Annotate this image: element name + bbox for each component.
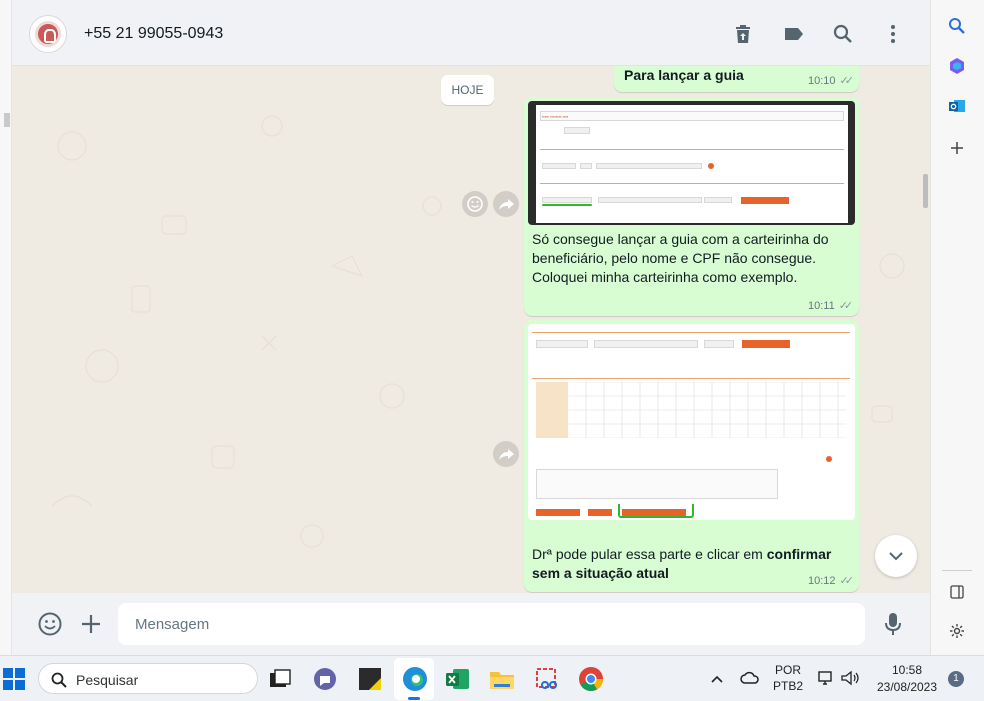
- dental-chart-grid: [536, 382, 846, 438]
- chrome-icon: [579, 667, 603, 692]
- folder-icon: [490, 672, 514, 689]
- message-text: Para lançar a guia: [624, 67, 744, 83]
- edge-icon: [403, 667, 427, 691]
- sticky-notes-button[interactable]: [355, 664, 385, 694]
- day-chip: HOJE: [441, 75, 494, 105]
- archive-icon[interactable]: [731, 22, 755, 46]
- read-ticks-icon: ✓✓: [839, 75, 855, 87]
- label-icon[interactable]: [782, 22, 806, 46]
- scroll-to-bottom-button[interactable]: [875, 535, 917, 577]
- copilot-icon[interactable]: [948, 57, 966, 75]
- message-bubble[interactable]: ▪▪▪▪▪ ▪▪▪▪▪▪▪▪ ▪▪▪▪ Só consegue lançar a…: [524, 97, 859, 316]
- notification-badge[interactable]: 1: [948, 671, 964, 687]
- green-underline: [542, 204, 592, 206]
- message-composer: [12, 593, 930, 655]
- outlook-icon[interactable]: [948, 97, 966, 115]
- more-vertical-icon[interactable]: [881, 22, 905, 46]
- search-icon[interactable]: [831, 22, 855, 46]
- speaker-icon[interactable]: [840, 669, 860, 687]
- keyboard-layout[interactable]: PTB2: [771, 679, 805, 693]
- emoji-icon: [467, 196, 483, 212]
- chat-scrollbar[interactable]: [923, 174, 928, 208]
- forward-button[interactable]: [493, 191, 519, 217]
- onedrive-cloud-icon[interactable]: [740, 670, 760, 686]
- snipping-tool-button[interactable]: [532, 664, 562, 694]
- taskbar-search[interactable]: Pesquisar: [38, 663, 258, 694]
- emoji-icon[interactable]: [37, 611, 63, 637]
- chevron-up-icon[interactable]: [710, 672, 724, 686]
- settings-gear-icon[interactable]: [949, 623, 965, 639]
- clock-date[interactable]: 23/08/2023: [872, 680, 942, 694]
- list-edge-marker: [4, 113, 10, 127]
- edge-button[interactable]: [400, 664, 430, 694]
- message-input[interactable]: [118, 603, 865, 645]
- message-bubble[interactable]: Para lançar a guia 10:10 ✓✓: [614, 66, 859, 92]
- network-icon[interactable]: [817, 669, 835, 687]
- message-text: Só consegue lançar a guia com a carteiri…: [532, 231, 829, 285]
- message-text: Drª pode pular essa parte e clicar em co…: [532, 546, 832, 581]
- windows-start-icon[interactable]: [3, 668, 25, 690]
- search-icon: [51, 672, 67, 688]
- clock-time[interactable]: 10:58: [872, 663, 942, 677]
- sticky-notes-icon: [359, 668, 381, 690]
- message-time: 10:10 ✓✓: [808, 75, 855, 87]
- excel-button[interactable]: [443, 664, 473, 694]
- message-time: 10:12 ✓✓: [808, 575, 855, 587]
- read-ticks-icon: ✓✓: [839, 575, 855, 587]
- message-time: 10:11 ✓✓: [808, 300, 854, 312]
- add-icon[interactable]: [950, 141, 964, 155]
- forward-button[interactable]: [493, 441, 519, 467]
- task-view-icon: [270, 669, 291, 687]
- message-bubble[interactable]: Drª pode pular essa parte e clicar em co…: [524, 320, 859, 592]
- sidebar-layout-icon[interactable]: [950, 585, 964, 599]
- read-ticks-icon: ✓✓: [838, 300, 854, 312]
- chat-area[interactable]: HOJE Para lançar a guia 10:10 ✓✓ ▪▪▪▪▪ ▪▪…: [12, 66, 930, 593]
- file-explorer-button[interactable]: [487, 664, 517, 694]
- scissors-icon: [536, 668, 557, 689]
- sidebar-divider: [942, 570, 972, 571]
- chrome-button[interactable]: [576, 664, 606, 694]
- excel-icon: [446, 669, 469, 689]
- search-icon[interactable]: [948, 17, 966, 35]
- forward-icon: [499, 449, 514, 460]
- left-panel-edge: [0, 0, 12, 655]
- react-emoji-button[interactable]: [462, 191, 488, 217]
- attach-plus-icon[interactable]: [79, 612, 103, 636]
- microphone-icon[interactable]: [881, 611, 905, 637]
- chevron-down-icon: [889, 552, 903, 561]
- language-code[interactable]: POR: [771, 663, 805, 677]
- contact-name[interactable]: +55 21 99055-0943: [84, 25, 223, 43]
- task-view-button[interactable]: [265, 664, 295, 694]
- avatar[interactable]: [29, 15, 67, 53]
- teams-chat-button[interactable]: [310, 664, 340, 694]
- screenshot-image[interactable]: ▪▪▪▪▪ ▪▪▪▪▪▪▪▪ ▪▪▪▪: [528, 101, 855, 225]
- chat-header: +55 21 99055-0943: [12, 0, 930, 66]
- whatsapp-window: +55 21 99055-0943 HOJE Para lançar a gui…: [0, 0, 984, 701]
- windows-taskbar: Pesquisar POR PTB2 10:58 23/08/2023 1: [0, 655, 984, 701]
- browser-sidebar: [930, 0, 984, 655]
- taskbar-search-label: Pesquisar: [76, 672, 139, 688]
- chat-icon: [314, 668, 336, 690]
- green-highlight-box: [618, 504, 694, 518]
- forward-icon: [499, 199, 514, 210]
- screenshot-image[interactable]: [528, 324, 855, 520]
